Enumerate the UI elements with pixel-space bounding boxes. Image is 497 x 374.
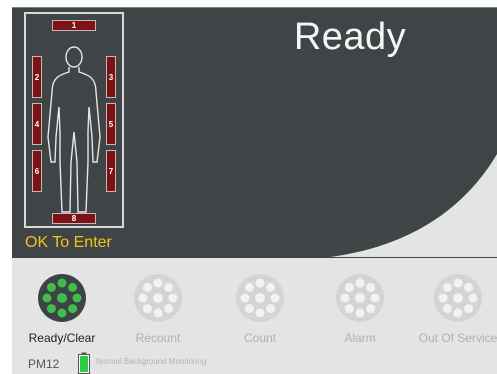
detector-2[interactable]: 2 (32, 56, 42, 98)
enter-status-label: OK To Enter (25, 234, 112, 251)
mode-label: Alarm (344, 331, 376, 345)
detector-1[interactable]: 1 (52, 20, 96, 31)
detector-ring-icon (134, 274, 182, 322)
detector-ring-icon (236, 274, 284, 322)
mode-label: Out Of Service (418, 331, 497, 345)
detector-ring-icon (336, 274, 384, 322)
mode-count-button[interactable]: Count (210, 272, 310, 348)
mode-out-of-service-button[interactable]: Out Of Service (408, 272, 497, 348)
battery-icon (78, 352, 90, 374)
status-title: Ready (293, 16, 407, 58)
mode-label: Ready/Clear (28, 331, 96, 345)
mode-label: Count (243, 331, 277, 345)
mode-alarm-button[interactable]: Alarm (310, 272, 410, 348)
status-bar: PM12 Normal Background Monitoring (12, 350, 497, 374)
detector-ring-icon (434, 274, 482, 322)
portal-monitor-screen: Ready 1 2 3 4 5 6 7 8 OK To Enter Ready/… (0, 0, 497, 374)
detector-6[interactable]: 6 (32, 150, 42, 192)
status-message: Normal Background Monitoring (96, 357, 207, 366)
detector-ring-icon (38, 274, 86, 322)
detector-8[interactable]: 8 (52, 213, 96, 224)
mode-label: Recount (135, 331, 181, 345)
mode-ready-clear-button[interactable]: Ready/Clear (12, 272, 112, 348)
detector-7[interactable]: 7 (106, 150, 116, 192)
mode-recount-button[interactable]: Recount (108, 272, 208, 348)
detector-5[interactable]: 5 (106, 103, 116, 145)
unit-id: PM12 (28, 357, 60, 371)
detector-3[interactable]: 3 (106, 56, 116, 98)
detector-4[interactable]: 4 (32, 103, 42, 145)
